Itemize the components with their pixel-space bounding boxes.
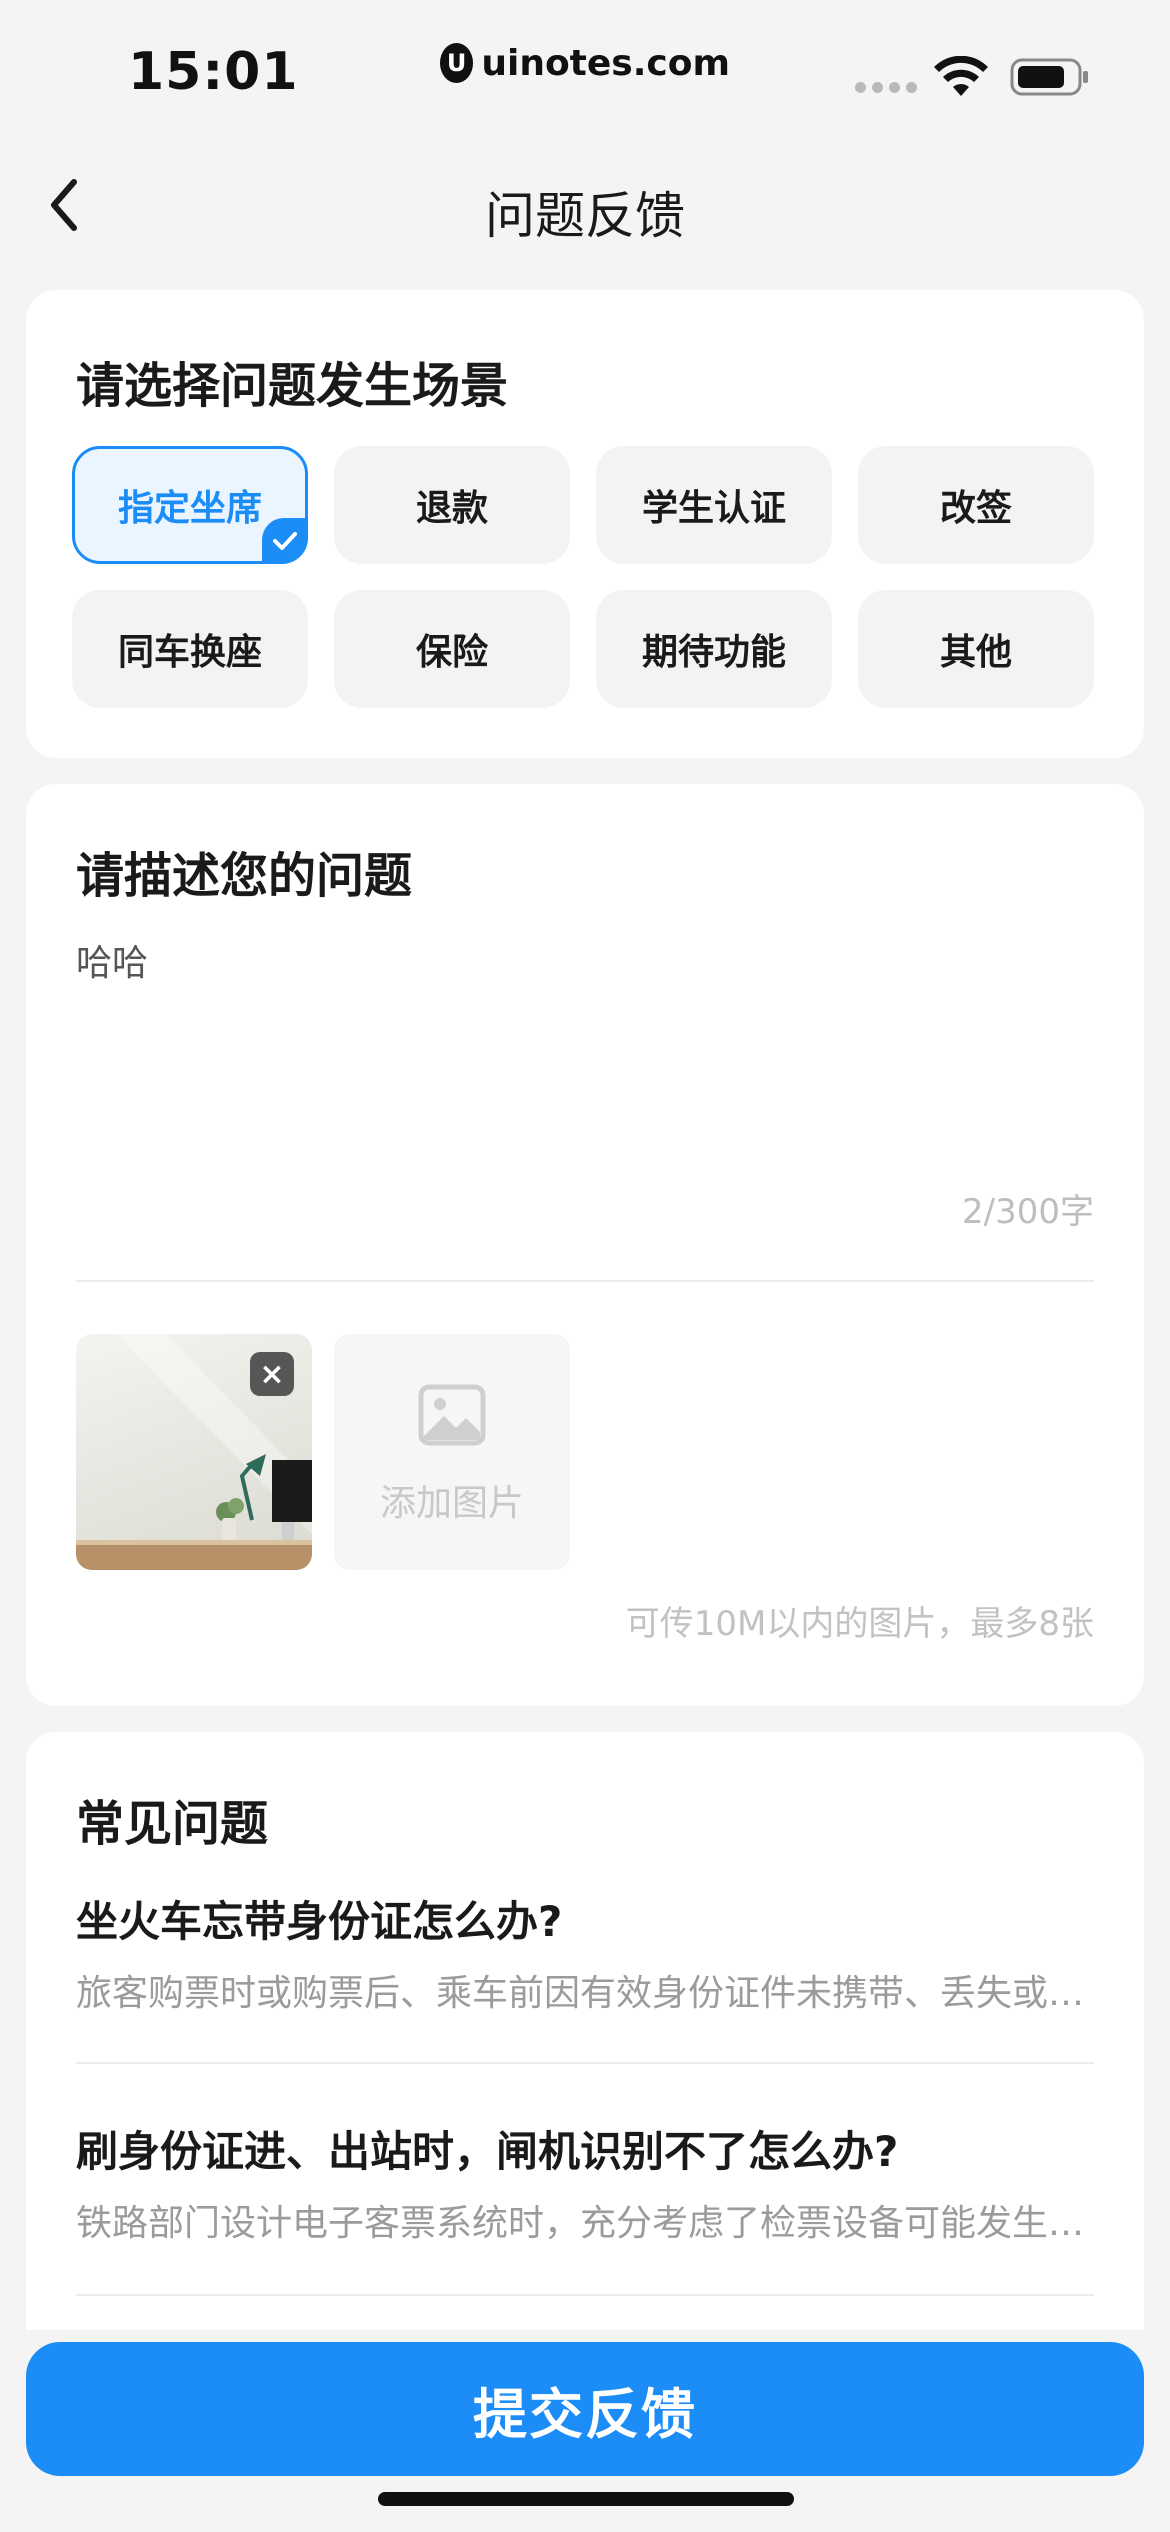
site-watermark: U uinotes.com [440, 28, 730, 98]
describe-section-title: 请描述您的问题 [76, 848, 413, 904]
scene-chip-assigned-seat[interactable]: 指定坐席 [72, 446, 308, 564]
character-counter: 2/300字 [962, 1192, 1094, 1232]
cellular-signal-icon [855, 82, 917, 93]
scene-chip-insurance[interactable]: 保险 [334, 590, 570, 708]
chip-label: 指定坐席 [117, 488, 262, 529]
close-icon: × [259, 1356, 285, 1392]
check-icon [262, 518, 308, 564]
chip-label: 学生认证 [641, 488, 786, 529]
remove-image-button[interactable]: × [250, 1352, 294, 1396]
site-logo-icon: U [440, 43, 474, 83]
scene-card: 请选择问题发生场景 指定坐席 退款 学生认证 改签 同车换座 保险 期待功能 其… [26, 290, 1144, 758]
scene-chip-rebook[interactable]: 改签 [858, 446, 1094, 564]
faq-section-title: 常见问题 [76, 1796, 269, 1852]
status-bar: 15:01 U uinotes.com [0, 0, 1170, 150]
faq-question: 坐火车忘带身份证怎么办? [76, 1897, 563, 1946]
describe-card: 请描述您的问题 哈哈 2/300字 × 添加图片 可传10M以内的图片，最多8张 [26, 784, 1144, 1706]
scene-chip-seat-swap[interactable]: 同车换座 [72, 590, 308, 708]
scene-chip-refund[interactable]: 退款 [334, 446, 570, 564]
scene-chip-feature-request[interactable]: 期待功能 [596, 590, 832, 708]
battery-icon [1010, 58, 1088, 96]
uploaded-image-thumbnail[interactable]: × [76, 1334, 312, 1570]
image-placeholder-icon [418, 1384, 486, 1446]
chip-label: 改签 [939, 488, 1012, 529]
chip-label: 其他 [939, 632, 1012, 673]
faq-answer-preview: 旅客购票时或购票后、乘车前因有效身份证件未携带、丢失或被盗等情况 [76, 1973, 1094, 2014]
scene-chip-other[interactable]: 其他 [858, 590, 1094, 708]
chip-label: 退款 [415, 488, 488, 529]
divider [76, 1280, 1094, 1282]
add-image-label: 添加图片 [379, 1483, 524, 1524]
chip-label: 期待功能 [641, 632, 786, 673]
chip-label: 同车换座 [117, 632, 262, 673]
home-indicator[interactable] [378, 2492, 794, 2506]
scene-section-title: 请选择问题发生场景 [76, 358, 509, 414]
submit-feedback-button[interactable]: 提交反馈 [26, 2342, 1144, 2476]
chip-label: 保险 [415, 632, 488, 673]
faq-question: 刷身份证进、出站时，闸机识别不了怎么办? [76, 2127, 899, 2176]
divider [76, 2062, 1094, 2064]
faq-answer-preview: 铁路部门设计电子客票系统时，充分考虑了检票设备可能发生故障等情况 [76, 2203, 1094, 2244]
description-textarea[interactable]: 哈哈 [76, 934, 148, 986]
scene-chip-student-verification[interactable]: 学生认证 [596, 446, 832, 564]
upload-hint: 可传10M以内的图片，最多8张 [625, 1604, 1094, 1644]
page-title: 问题反馈 [485, 187, 685, 245]
site-text: uinotes.com [481, 42, 730, 84]
wifi-icon [934, 56, 988, 96]
divider [76, 2294, 1094, 2296]
add-image-button[interactable]: 添加图片 [334, 1334, 570, 1570]
status-time: 15:01 [128, 42, 299, 102]
feedback-screen: 15:01 U uinotes.com 问题反馈 请选择问题发生场景 指定坐席 [0, 0, 1170, 2532]
